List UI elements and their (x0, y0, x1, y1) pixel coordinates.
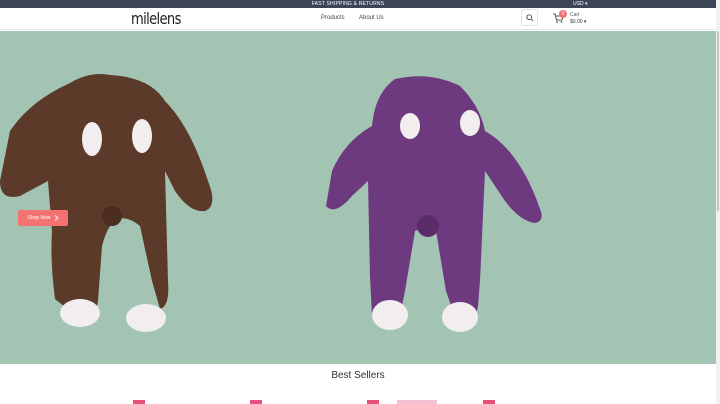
product-thumbnail[interactable] (397, 400, 437, 404)
sale-badge (250, 400, 262, 404)
search-button[interactable] (521, 9, 538, 26)
sale-badge (133, 400, 145, 404)
scrollbar-thumb[interactable] (717, 31, 719, 211)
site-header: milelens Products About Us 0 Cart $0.00 … (0, 8, 716, 30)
shipping-message: FAST SHIPPING & RETURNS (311, 1, 385, 7)
chevron-right-icon (54, 215, 59, 221)
best-sellers-title: Best Sellers (331, 370, 385, 381)
shop-now-label: Shop Now (27, 215, 51, 221)
sale-badge (367, 400, 379, 404)
brown-romper (0, 74, 213, 332)
site-logo[interactable]: milelens (131, 9, 181, 28)
shop-now-button[interactable]: Shop Now (18, 210, 68, 226)
search-icon (525, 13, 534, 22)
sale-badge (483, 400, 495, 404)
nav-about-us[interactable]: About Us (359, 15, 384, 21)
cart-label[interactable]: Cart (570, 12, 579, 18)
purple-romper (326, 76, 542, 332)
currency-selector[interactable]: USD ▾ (573, 1, 587, 7)
hero-product-image (0, 74, 542, 332)
hero-banner: Shop Now (0, 31, 716, 364)
announcement-bar: FAST SHIPPING & RETURNS USD ▾ (0, 0, 720, 8)
nav-products[interactable]: Products (321, 15, 345, 21)
cart-total[interactable]: $0.00 ▾ (570, 19, 586, 25)
cart-count-badge: 0 (559, 10, 567, 18)
